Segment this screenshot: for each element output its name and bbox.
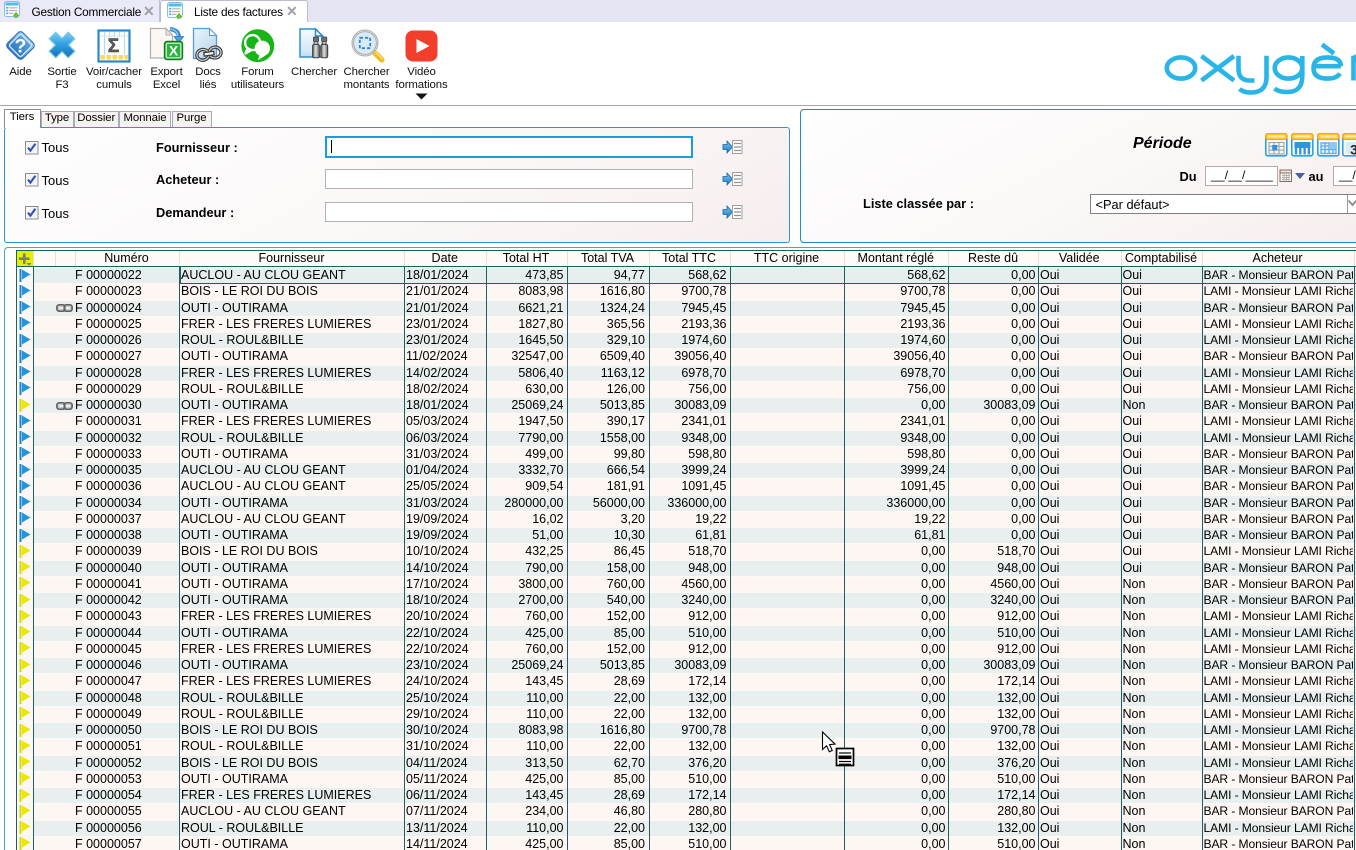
svg-text:3: 3 — [1350, 141, 1356, 157]
svg-text:Σ: Σ — [108, 36, 119, 57]
svg-text:X: X — [169, 43, 179, 59]
svg-text:?: ? — [15, 36, 27, 58]
